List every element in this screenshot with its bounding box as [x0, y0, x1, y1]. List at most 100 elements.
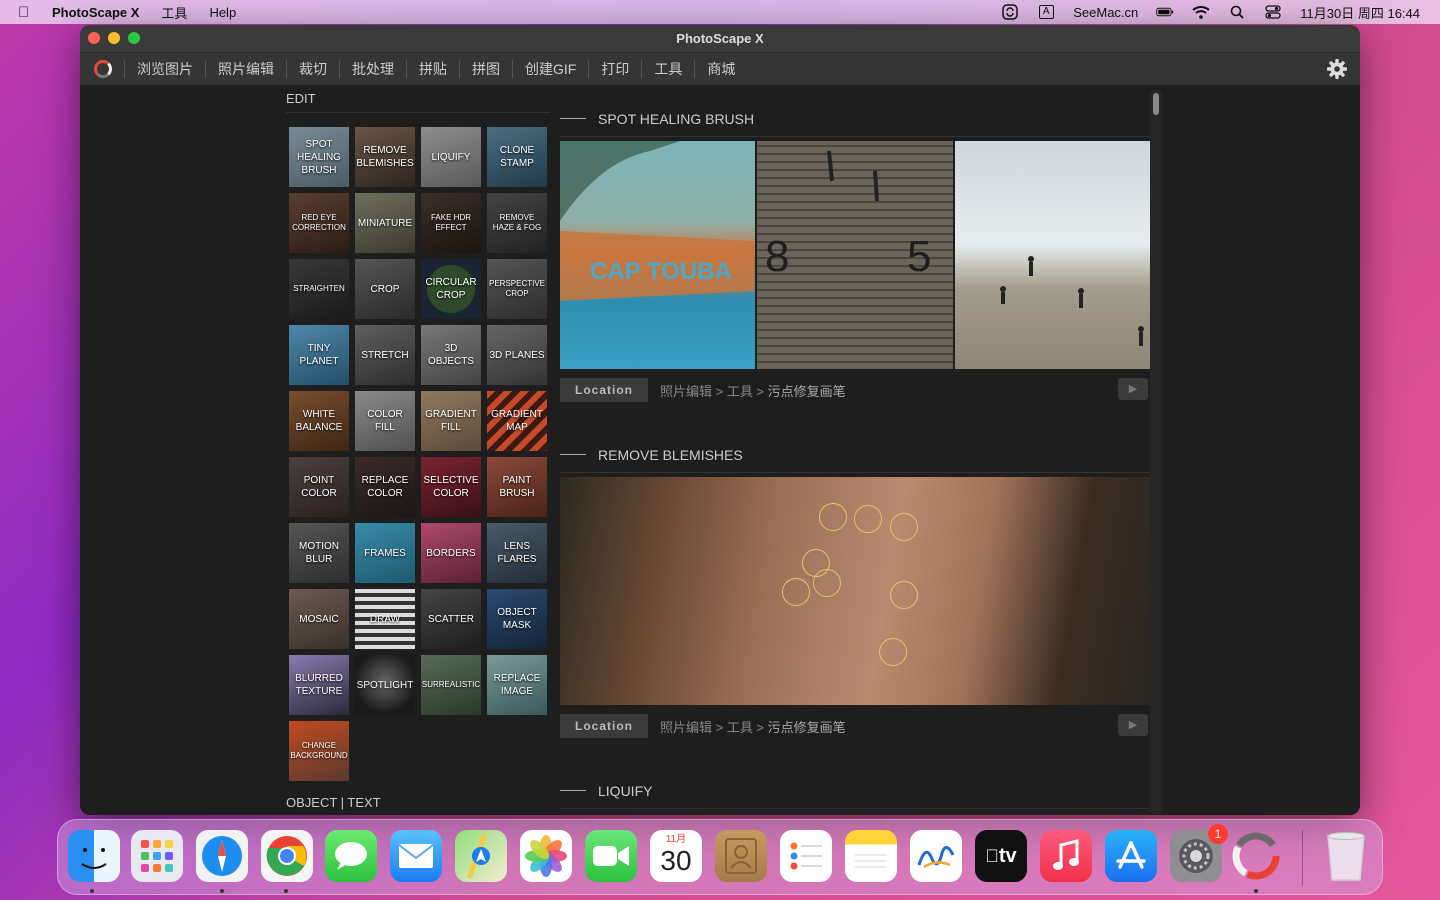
tool-tile[interactable]: RED EYE CORRECTION	[289, 193, 349, 253]
sync-icon[interactable]	[1001, 4, 1019, 20]
nav-batch[interactable]: 批处理	[339, 60, 406, 78]
wifi-icon[interactable]	[1192, 5, 1210, 19]
tool-tile[interactable]: REPLACE COLOR	[355, 457, 415, 517]
nav-cut-out[interactable]: 裁切	[286, 60, 339, 78]
tool-tile[interactable]: COLOR FILL	[355, 391, 415, 451]
tool-tile[interactable]: POINT COLOR	[289, 457, 349, 517]
vertical-scrollbar[interactable]	[1150, 89, 1162, 815]
location-button[interactable]: Location	[560, 714, 648, 738]
tool-tile[interactable]: OBJECT MASK	[487, 589, 547, 649]
notes-icon[interactable]	[845, 830, 897, 882]
tool-tile[interactable]: TINY PLANET	[289, 325, 349, 385]
finder-icon[interactable]	[68, 830, 120, 882]
title-bar[interactable]: PhotoScape X	[80, 25, 1360, 53]
freeform-icon[interactable]	[910, 830, 962, 882]
apple-menu-icon[interactable]: 	[18, 4, 36, 21]
reminders-icon[interactable]	[780, 830, 832, 882]
tool-tile[interactable]: SURREALISTIC	[421, 655, 481, 715]
nav-store[interactable]: 商城	[694, 60, 747, 78]
menu-tools[interactable]: 工具	[161, 3, 187, 22]
tool-tile[interactable]: PERSPECTIVE CROP	[487, 259, 547, 319]
tool-tile[interactable]: SPOT HEALING BRUSH	[289, 127, 349, 187]
mail-icon[interactable]	[390, 830, 442, 882]
music-icon[interactable]	[1040, 830, 1092, 882]
launchpad-icon[interactable]	[131, 830, 183, 882]
tool-tile[interactable]: CHANGE BACKGROUND	[289, 721, 349, 781]
clock-label[interactable]: 11月30日 周四 16:44	[1300, 3, 1420, 22]
tool-tile[interactable]: WHITE BALANCE	[289, 391, 349, 451]
tool-tile[interactable]: CLONE STAMP	[487, 127, 547, 187]
tool-tile[interactable]: FRAMES	[355, 523, 415, 583]
location-path: 照片编辑 > 工具 > 污点修复画笔	[660, 717, 846, 736]
tool-tile[interactable]: DRAW	[355, 589, 415, 649]
messages-icon[interactable]	[325, 830, 377, 882]
maps-icon[interactable]	[455, 830, 507, 882]
tool-tile[interactable]: REPLACE IMAGE	[487, 655, 547, 715]
menu-app-name[interactable]: PhotoScape X	[52, 5, 139, 20]
nav-combine[interactable]: 拼图	[459, 60, 512, 78]
tool-tile[interactable]: GRADIENT MAP	[487, 391, 547, 451]
tool-tile[interactable]: PAINT BRUSH	[487, 457, 547, 517]
play-video-button[interactable]: ▶	[1118, 378, 1148, 400]
photos-icon[interactable]	[520, 830, 572, 882]
tool-tile[interactable]: SCATTER	[421, 589, 481, 649]
tool-tile[interactable]: LIQUIFY	[421, 127, 481, 187]
tool-tile[interactable]: MINIATURE	[355, 193, 415, 253]
control-center-icon[interactable]	[1264, 5, 1282, 19]
tool-tile[interactable]: BLURRED TEXTURE	[289, 655, 349, 715]
tool-tile[interactable]: GRADIENT FILL	[421, 391, 481, 451]
tool-tile-label: RED EYE CORRECTION	[292, 213, 346, 232]
window-controls	[88, 32, 140, 44]
tool-tile[interactable]: 3D OBJECTS	[421, 325, 481, 385]
tools-content: EDIT SPOT HEALING BRUSH REMOVE BLEMISHES…	[80, 85, 1360, 815]
tool-tile[interactable]: CROP	[355, 259, 415, 319]
tool-tile[interactable]: LENS FLARES	[487, 523, 547, 583]
location-path-prefix: 照片编辑 > 工具 >	[660, 719, 768, 735]
nav-collage[interactable]: 拼贴	[406, 60, 459, 78]
tool-tile-label: CHANGE BACKGROUND	[290, 741, 348, 760]
tool-tile[interactable]: STRAIGHTEN	[289, 259, 349, 319]
photoscape-logo-icon[interactable]	[94, 60, 112, 78]
tool-tile[interactable]: REMOVE HAZE & FOG	[487, 193, 547, 253]
close-button[interactable]	[88, 32, 100, 44]
chrome-icon[interactable]	[261, 830, 313, 882]
tool-tile[interactable]: CIRCULAR CROP	[421, 259, 481, 319]
nav-create-gif[interactable]: 创建GIF	[512, 60, 588, 78]
tool-tile[interactable]: SPOTLIGHT	[355, 655, 415, 715]
nav-viewer[interactable]: 浏览图片	[124, 60, 205, 78]
tool-tile[interactable]: BORDERS	[421, 523, 481, 583]
tool-tile-label: PAINT BRUSH	[499, 475, 535, 499]
scrollbar-thumb[interactable]	[1153, 93, 1159, 115]
nav-editor[interactable]: 照片编辑	[205, 60, 286, 78]
nav-print[interactable]: 打印	[588, 60, 641, 78]
zoom-button[interactable]	[128, 32, 140, 44]
play-video-button[interactable]: ▶	[1118, 714, 1148, 736]
input-source-icon[interactable]: A	[1037, 5, 1055, 19]
system-settings-icon[interactable]: 1	[1170, 824, 1228, 882]
apple-tv-icon[interactable]: tv	[975, 830, 1027, 882]
tool-tile[interactable]: MOTION BLUR	[289, 523, 349, 583]
tool-tile[interactable]: MOSAIC	[289, 589, 349, 649]
blemish-marker	[819, 503, 847, 531]
minimize-button[interactable]	[108, 32, 120, 44]
tool-tile[interactable]: FAKE HDR EFFECT	[421, 193, 481, 253]
app-store-icon[interactable]	[1105, 830, 1157, 882]
tv-label: tv	[992, 844, 1017, 867]
menu-help[interactable]: Help	[209, 5, 236, 20]
nav-tools[interactable]: 工具	[641, 60, 694, 78]
photoscape-x-icon[interactable]	[1230, 830, 1282, 882]
tool-tile[interactable]: STRETCH	[355, 325, 415, 385]
location-button[interactable]: Location	[560, 378, 648, 402]
facetime-icon[interactable]	[585, 830, 637, 882]
gear-icon[interactable]	[1326, 58, 1348, 80]
tool-tile[interactable]: SELECTIVE COLOR	[421, 457, 481, 517]
trash-icon[interactable]	[1320, 830, 1372, 882]
calendar-icon[interactable]: 11月 30	[650, 830, 702, 882]
battery-icon[interactable]	[1156, 5, 1174, 19]
tool-tile[interactable]: 3D PLANES	[487, 325, 547, 385]
contacts-icon[interactable]	[715, 830, 767, 882]
tool-tile-label: BORDERS	[426, 547, 476, 559]
safari-icon[interactable]	[196, 830, 248, 882]
spotlight-search-icon[interactable]	[1228, 5, 1246, 19]
tool-tile[interactable]: REMOVE BLEMISHES	[355, 127, 415, 187]
